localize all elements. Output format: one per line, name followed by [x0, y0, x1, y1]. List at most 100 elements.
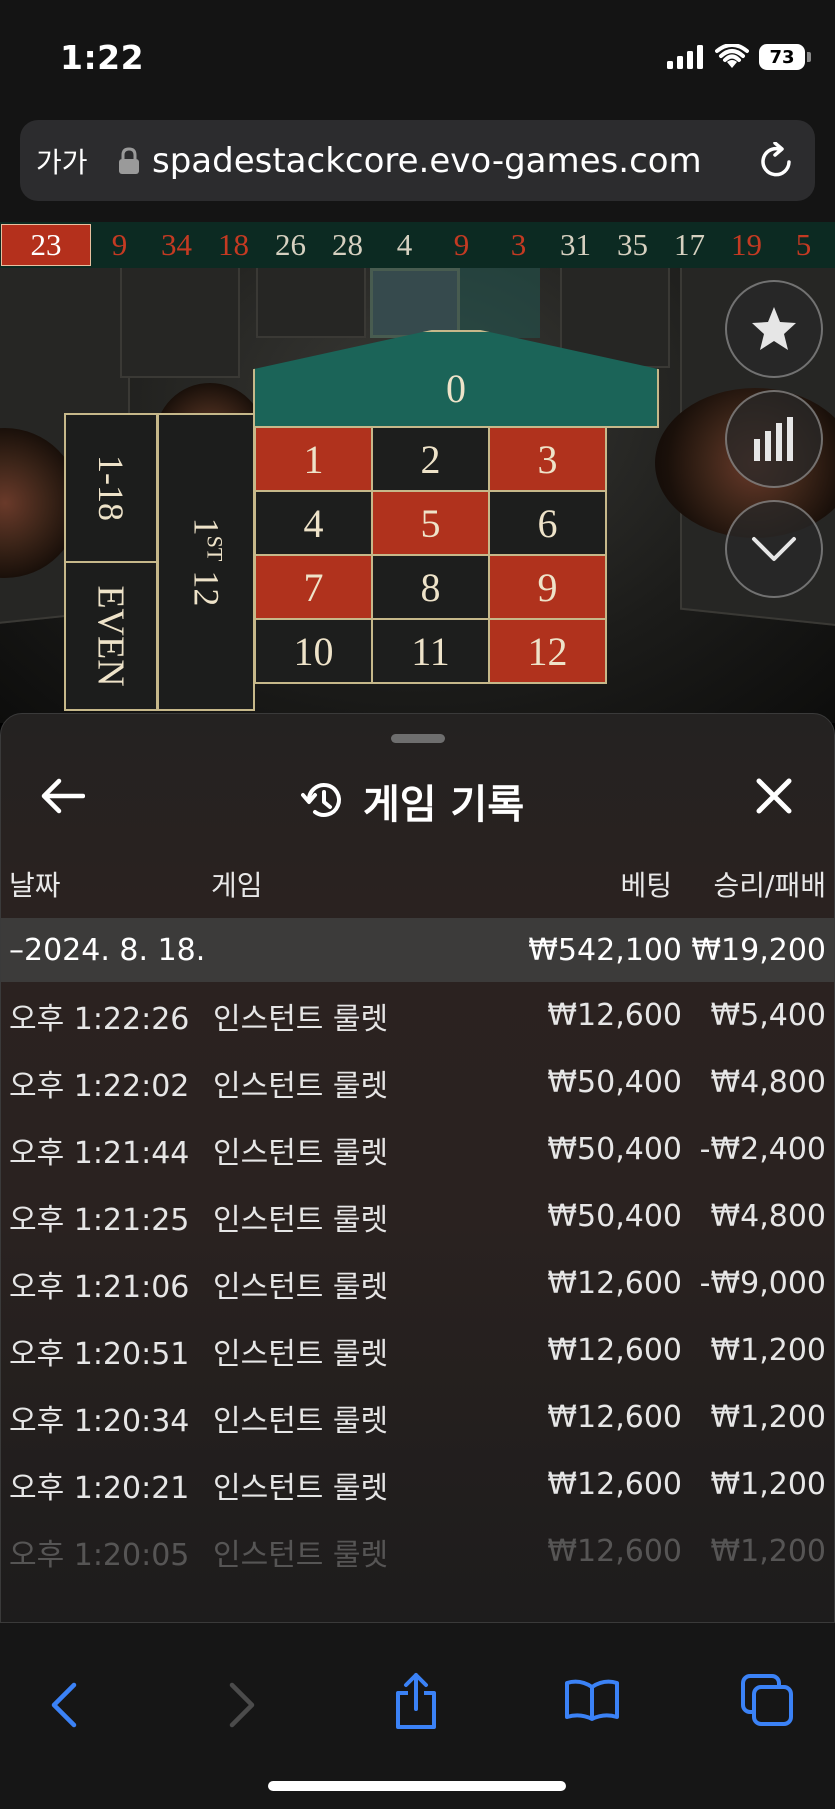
column-header-date[interactable]: 날짜	[9, 864, 61, 904]
row-win-loss: ₩5,400	[710, 998, 826, 1033]
row-win-loss: ₩1,200	[710, 1400, 826, 1435]
history-row[interactable]: 오후 1:20:21 인스턴트 룰렛 ₩12,600 ₩1,200	[1, 1451, 834, 1518]
row-game: 인스턴트 룰렛	[213, 1269, 389, 1305]
text-size-button[interactable]: 가가	[36, 141, 106, 181]
history-row[interactable]: 오후 1:22:26 인스턴트 룰렛 ₩12,600 ₩5,400	[1, 982, 834, 1049]
close-icon[interactable]	[756, 778, 792, 814]
favorite-button[interactable]	[725, 280, 823, 378]
home-indicator	[268, 1781, 566, 1791]
row-time: 오후 1:22:26	[9, 1001, 190, 1037]
history-row[interactable]: 오후 1:21:25 인스턴트 룰렛 ₩50,400 ₩4,800	[1, 1183, 834, 1250]
battery-icon: 73	[759, 44, 811, 70]
row-game: 인스턴트 룰렛	[213, 1068, 389, 1104]
number-cell-6[interactable]: 6	[488, 490, 607, 556]
wall-panel	[120, 268, 240, 378]
star-icon	[752, 307, 796, 350]
result-number: 31	[560, 227, 591, 262]
row-bet: ₩12,600	[547, 1266, 682, 1301]
sheet-title: 게임 기록	[301, 772, 524, 830]
forward-icon[interactable]	[226, 1681, 260, 1729]
zero-label: 0	[446, 366, 466, 411]
column-headers: 날짜 게임 베팅 승리/패배	[1, 864, 834, 914]
row-game: 인스턴트 룰렛	[213, 1336, 389, 1372]
status-bar: 1:22 73	[0, 0, 835, 112]
history-row[interactable]: 오후 1:20:05 인스턴트 룰렛 ₩12,600 ₩1,200	[1, 1518, 834, 1585]
chevron-down-icon	[752, 537, 796, 561]
history-icon	[301, 782, 341, 817]
row-time: 오후 1:21:25	[9, 1202, 190, 1238]
result-number: 4	[396, 227, 413, 262]
column-header-win-loss[interactable]: 승리/패배	[714, 864, 826, 904]
game-history-sheet: 게임 기록 날짜 게임 베팅 승리/패배 –2024. 8. 18. ₩542,…	[0, 713, 835, 1623]
result-number: 9	[453, 227, 470, 262]
low-label: 1-18	[91, 455, 131, 521]
result-number: 17	[674, 227, 705, 262]
battery-level: 73	[759, 44, 805, 70]
row-time: 오후 1:20:05	[9, 1537, 190, 1573]
row-bet: ₩12,600	[547, 1400, 682, 1435]
signal-icon	[667, 45, 703, 69]
row-win-loss: ₩1,200	[710, 1333, 826, 1368]
number-cell-7[interactable]: 7	[254, 554, 373, 620]
number-cell-8[interactable]: 8	[371, 554, 490, 620]
number-cell-5[interactable]: 5	[371, 490, 490, 556]
number-cell-11[interactable]: 11	[371, 618, 490, 684]
row-game: 인스턴트 룰렛	[213, 1403, 389, 1439]
result-number: 35	[617, 227, 648, 262]
row-bet: ₩12,600	[547, 998, 682, 1033]
number-cell-9[interactable]: 9	[488, 554, 607, 620]
bookmarks-icon[interactable]	[564, 1677, 620, 1723]
row-game: 인스턴트 룰렛	[213, 1202, 389, 1238]
back-icon[interactable]	[46, 1681, 80, 1729]
result-number: 9	[111, 227, 128, 262]
row-time: 오후 1:21:44	[9, 1135, 190, 1171]
history-row[interactable]: 오후 1:20:34 인스턴트 룰렛 ₩12,600 ₩1,200	[1, 1384, 834, 1451]
bar-chart-icon	[754, 417, 793, 461]
row-game: 인스턴트 룰렛	[213, 1470, 389, 1506]
history-row[interactable]: 오후 1:20:51 인스턴트 룰렛 ₩12,600 ₩1,200	[1, 1317, 834, 1384]
bet-1-18[interactable]: 1-18	[64, 413, 158, 563]
date-group-date: –2024. 8. 18.	[9, 932, 206, 968]
number-cell-10[interactable]: 10	[254, 618, 373, 684]
bet-even[interactable]: EVEN	[64, 561, 158, 711]
result-number: 19	[731, 227, 762, 262]
result-number: 18	[218, 227, 249, 262]
history-row[interactable]: 오후 1:21:44 인스턴트 룰렛 ₩50,400 -₩2,400	[1, 1116, 834, 1183]
column-header-bet[interactable]: 베팅	[620, 864, 672, 904]
collapse-button[interactable]	[725, 500, 823, 598]
statistics-button[interactable]	[725, 390, 823, 488]
back-arrow-icon[interactable]	[41, 778, 85, 814]
result-number: 3	[510, 227, 527, 262]
wifi-icon	[715, 44, 749, 68]
date-group-win-total: ₩19,200	[691, 932, 826, 968]
number-cell-12[interactable]: 12	[488, 618, 607, 684]
history-row[interactable]: 오후 1:22:02 인스턴트 룰렛 ₩50,400 ₩4,800	[1, 1049, 834, 1116]
sheet-grabber[interactable]	[391, 734, 445, 743]
number-cell-1[interactable]: 1	[254, 426, 373, 492]
tabs-icon[interactable]	[740, 1673, 794, 1727]
status-icons: 73	[667, 44, 811, 70]
row-game: 인스턴트 룰렛	[213, 1537, 389, 1573]
browser-url-area: 가가 spadestackcore.evo-games.com	[0, 112, 835, 222]
url-text[interactable]: spadestackcore.evo-games.com	[152, 141, 759, 181]
row-time: 오후 1:20:51	[9, 1336, 190, 1372]
number-cell-2[interactable]: 2	[371, 426, 490, 492]
address-bar[interactable]: 가가 spadestackcore.evo-games.com	[20, 120, 815, 201]
date-group-bet-total: ₩542,100	[528, 932, 682, 968]
row-win-loss: ₩4,800	[710, 1065, 826, 1100]
date-group-row[interactable]: –2024. 8. 18. ₩542,100 ₩19,200	[1, 918, 834, 982]
row-game: 인스턴트 룰렛	[213, 1001, 389, 1037]
number-cell-4[interactable]: 4	[254, 490, 373, 556]
row-time: 오후 1:20:21	[9, 1470, 190, 1506]
column-header-game[interactable]: 게임	[211, 864, 263, 904]
share-icon[interactable]	[392, 1671, 440, 1731]
history-rows: 오후 1:22:26 인스턴트 룰렛 ₩12,600 ₩5,400 오후 1:22:02…	[1, 982, 834, 1585]
row-win-loss: ₩1,200	[710, 1467, 826, 1502]
history-row[interactable]: 오후 1:21:06 인스턴트 룰렛 ₩12,600 -₩9,000	[1, 1250, 834, 1317]
game-scene: 0 1-18 EVEN 1ST 12 1 2 3 4 5 6 7 8 9 10 11 12	[0, 268, 835, 723]
reload-icon[interactable]	[759, 141, 795, 180]
result-number: 26	[275, 227, 306, 262]
result-number: 34	[161, 227, 192, 262]
bet-first-dozen[interactable]: 1ST 12	[157, 413, 255, 711]
number-cell-3[interactable]: 3	[488, 426, 607, 492]
